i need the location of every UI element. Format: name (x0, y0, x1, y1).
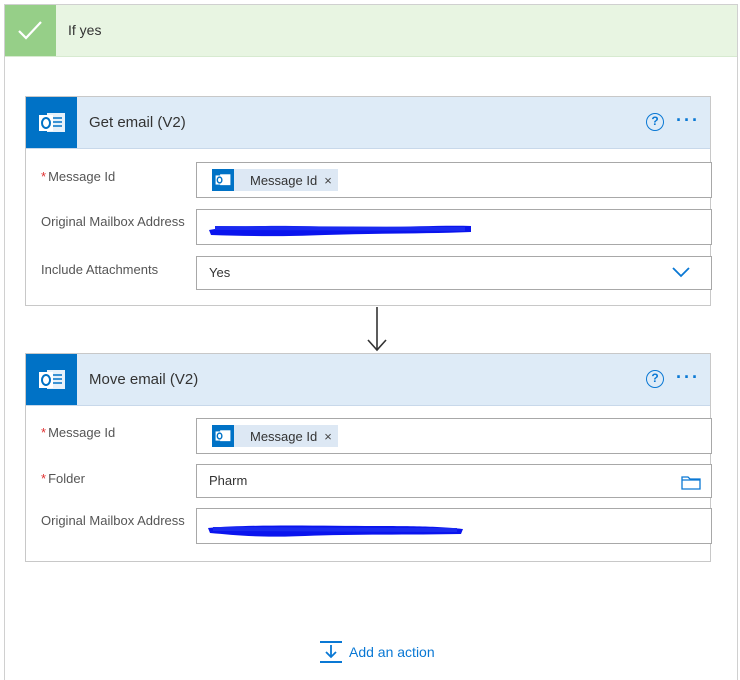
move-email-card-header[interactable]: Move email (V2) ? ··· (26, 354, 710, 406)
message-id-label: * Message Id (41, 425, 116, 440)
message-id-field[interactable]: Message Id × (196, 162, 712, 198)
token-remove-icon[interactable]: × (324, 429, 332, 444)
add-action-label: Add an action (349, 644, 435, 660)
checkmark-icon (5, 5, 56, 56)
get-email-title: Get email (V2) (89, 114, 186, 131)
get-email-card: Get email (V2) ? ··· * Message Id Message… (25, 96, 712, 306)
get-email-card-header[interactable]: Get email (V2) ? ··· (26, 97, 710, 149)
include-attachments-select[interactable]: Yes (196, 256, 712, 290)
message-id-field[interactable]: Message Id × (196, 418, 712, 454)
mailbox-label: Original Mailbox Address (41, 513, 185, 528)
token-label: Message Id (250, 428, 318, 444)
include-attachments-label: Include Attachments (41, 262, 159, 277)
redaction-scribble (209, 225, 471, 237)
required-marker: * (41, 169, 47, 184)
help-icon[interactable]: ? (646, 113, 664, 131)
flow-canvas: If yes Get email (V2) ? ··· *Message Id (4, 4, 738, 680)
folder-label: * Folder (41, 471, 85, 486)
outlook-icon (26, 354, 77, 405)
token-remove-icon[interactable]: × (324, 173, 332, 188)
outlook-icon (26, 97, 77, 148)
message-id-label: * Message Id (41, 169, 116, 184)
add-action-button[interactable]: Add an action (319, 640, 435, 664)
mailbox-label: Original Mailbox Address (41, 214, 185, 229)
mailbox-field[interactable] (196, 508, 712, 544)
down-arrow-icon (367, 307, 387, 352)
token-label: Message Id (250, 172, 318, 188)
outlook-icon (212, 425, 234, 447)
redaction-scribble (208, 525, 463, 537)
required-marker: * (41, 471, 47, 486)
add-step-icon (320, 641, 342, 663)
chevron-down-icon[interactable] (671, 265, 691, 279)
move-email-card: Move email (V2) ? ··· * Message Id Messag… (25, 353, 712, 562)
mailbox-field[interactable] (196, 209, 712, 245)
more-options-icon[interactable]: ··· (676, 367, 700, 388)
include-attachments-value: Yes (209, 265, 231, 280)
required-marker: * (41, 425, 47, 440)
more-options-icon[interactable]: ··· (676, 110, 700, 131)
folder-icon[interactable] (681, 474, 701, 490)
message-id-token[interactable]: Message Id × (212, 169, 338, 191)
folder-field[interactable]: Pharm (196, 464, 712, 498)
move-email-title: Move email (V2) (89, 371, 199, 388)
help-icon[interactable]: ? (646, 370, 664, 388)
if-yes-title: If yes (68, 22, 102, 38)
if-yes-header[interactable]: If yes (5, 5, 737, 57)
message-id-token[interactable]: Message Id × (212, 425, 338, 447)
folder-value: Pharm (209, 473, 248, 488)
outlook-icon (212, 169, 234, 191)
